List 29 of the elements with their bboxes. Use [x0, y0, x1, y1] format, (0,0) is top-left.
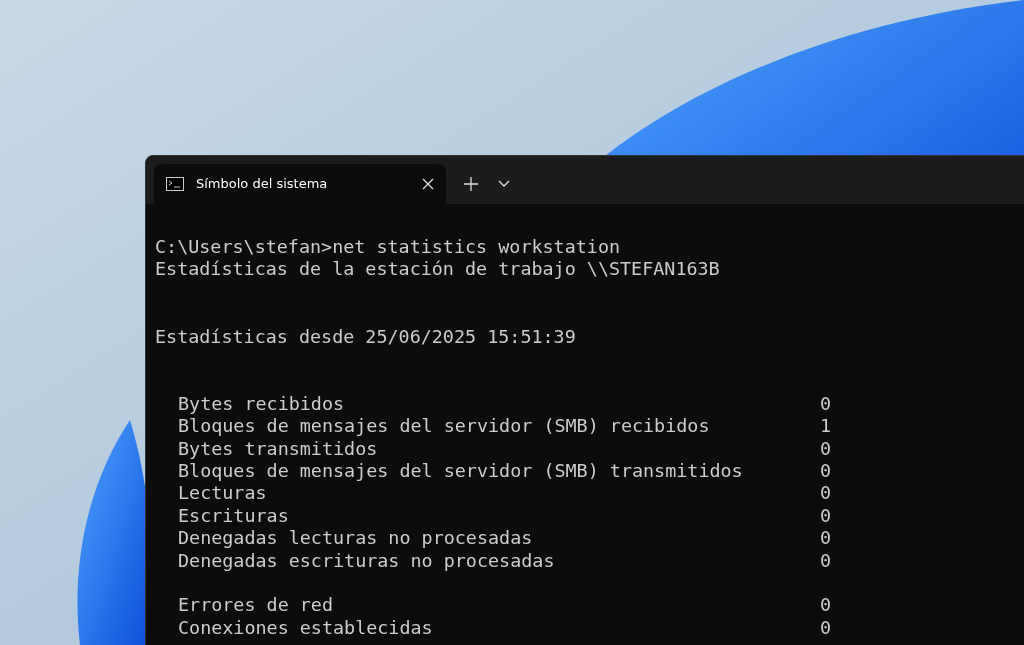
stat-value: 1 — [820, 415, 832, 438]
stat-value: 0 — [820, 504, 832, 528]
terminal-tab[interactable]: Símbolo del sistema — [154, 164, 446, 204]
stat-value: 0 — [820, 392, 832, 416]
stat-value: 0 — [820, 482, 832, 505]
stat-label: Bloques de mensajes del servidor (SMB) recibidos — [178, 415, 711, 438]
stat-label: Bloques de mensajes del servidor (SMB) transmitidos — [178, 460, 744, 483]
tab-title: Símbolo del sistema — [196, 175, 329, 194]
stat-label: Errores de red — [178, 594, 334, 617]
stat-label: Bytes recibidos — [178, 392, 346, 416]
stat-value: 0 — [820, 460, 832, 483]
stat-label: Escrituras — [178, 504, 290, 528]
output-since: Estadísticas desde 25/06/2025 15:51:39 — [155, 325, 577, 348]
output-heading: Estadísticas de la estación de trabajo \\STEFAN163B — [155, 258, 721, 281]
stat-value: 0 — [820, 437, 832, 461]
stat-label: Denegadas lecturas no procesadas — [178, 527, 534, 550]
chevron-down-icon[interactable] — [498, 180, 510, 188]
stat-value: 0 — [820, 616, 832, 640]
command-line: C:\Users\stefan>net statistics workstation — [155, 236, 622, 259]
stat-value: 0 — [820, 527, 832, 550]
stat-label: Lecturas — [178, 482, 268, 505]
stat-label: Denegadas escrituras no procesadas — [178, 549, 556, 573]
stat-label: Bytes transmitidos — [178, 437, 379, 461]
plus-icon[interactable] — [464, 177, 478, 191]
terminal-icon — [166, 177, 184, 191]
stat-value: 0 — [820, 594, 832, 617]
stat-label: Conexiones establecidas — [178, 616, 434, 640]
close-icon[interactable] — [422, 178, 434, 190]
stat-value: 0 — [820, 549, 832, 573]
